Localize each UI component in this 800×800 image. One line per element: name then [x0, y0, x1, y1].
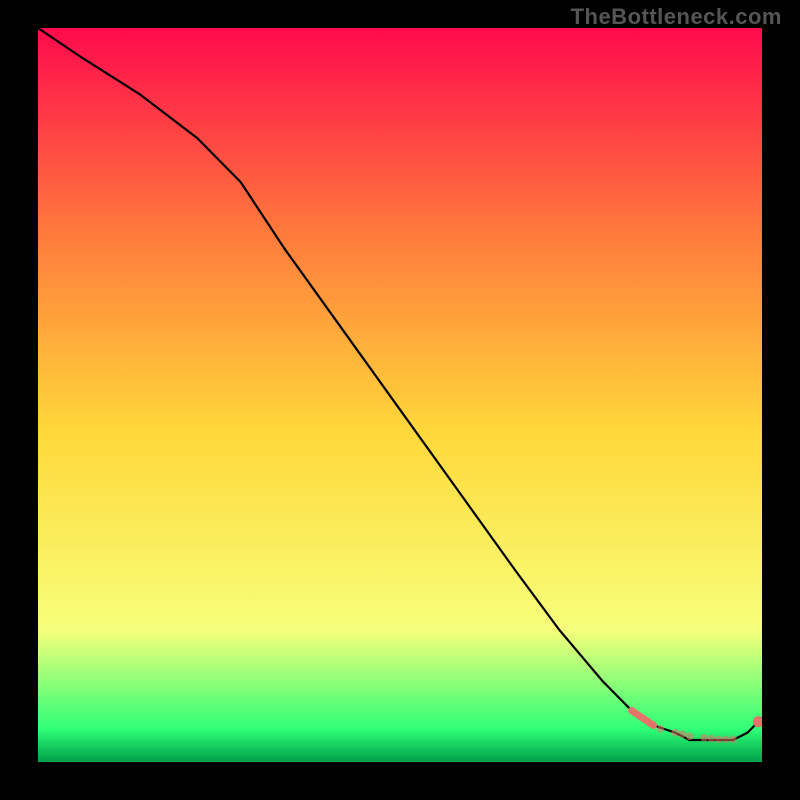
marker-point	[729, 735, 737, 743]
marker-point	[715, 735, 723, 743]
marker-point	[708, 735, 716, 743]
marker-point	[679, 730, 687, 738]
chart-container: TheBottleneck.com	[0, 0, 800, 800]
plot-area	[38, 28, 762, 762]
marker-point	[628, 707, 636, 715]
gradient-background	[38, 28, 762, 762]
chart-svg	[38, 28, 762, 762]
marker-point	[700, 734, 708, 742]
marker-point	[657, 725, 665, 733]
marker-point	[671, 729, 679, 737]
marker-point	[722, 735, 730, 743]
marker-point	[686, 733, 694, 741]
watermark-text: TheBottleneck.com	[571, 4, 782, 30]
marker-point	[650, 722, 658, 730]
